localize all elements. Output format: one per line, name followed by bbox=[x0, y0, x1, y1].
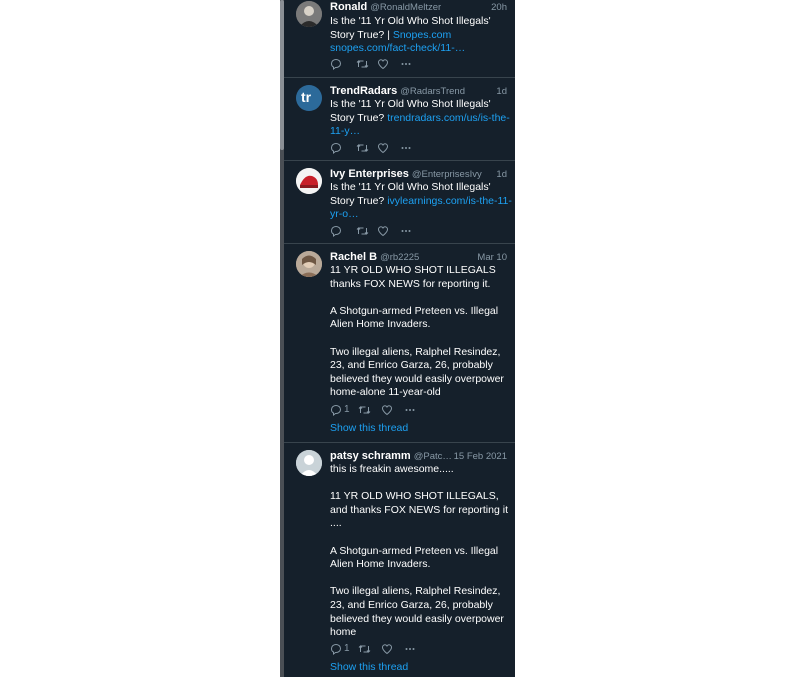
display-name[interactable]: TrendRadars @RadarsTrend bbox=[330, 85, 465, 97]
avatar[interactable] bbox=[296, 168, 322, 194]
retweet-button[interactable] bbox=[356, 142, 369, 156]
like-button[interactable] bbox=[377, 225, 389, 239]
more-button[interactable] bbox=[404, 643, 416, 657]
tweet-actions: 1 bbox=[330, 404, 430, 418]
handle[interactable]: @RonaldMeltzer bbox=[370, 2, 441, 13]
display-name-text[interactable]: Ronald bbox=[330, 1, 367, 13]
default-avatar-icon bbox=[296, 450, 322, 476]
retweet-icon bbox=[356, 60, 369, 68]
timestamp[interactable]: Mar 10 bbox=[477, 252, 507, 263]
reply-count: 1 bbox=[344, 404, 350, 415]
tweet[interactable]: Rachel B @rb2225 Mar 10 11 YR OLD WHO SHO… bbox=[284, 244, 515, 443]
retweet-icon bbox=[358, 406, 371, 414]
timestamp[interactable]: 1d bbox=[496, 86, 507, 97]
like-button[interactable] bbox=[377, 142, 389, 156]
tweet[interactable]: Ivy Enterprises @EnterprisesIvy 1d Is the… bbox=[284, 161, 515, 244]
avatar[interactable]: tr bbox=[296, 85, 322, 111]
tweet[interactable]: patsy schramm @Patc… 15 Feb 2021 this is … bbox=[284, 443, 515, 677]
retweet-icon bbox=[356, 227, 369, 235]
tweet[interactable]: Ronald @RonaldMeltzer 20h Is the '11 Yr O… bbox=[284, 0, 515, 78]
person-photo-icon bbox=[296, 1, 322, 27]
display-name[interactable]: Ivy Enterprises @EnterprisesIvy bbox=[330, 168, 482, 180]
display-name-text[interactable]: Ivy Enterprises bbox=[330, 168, 409, 180]
display-name-text[interactable]: Rachel B bbox=[330, 251, 377, 263]
handle[interactable]: @EnterprisesIvy bbox=[412, 169, 482, 180]
display-name-text[interactable]: patsy schramm bbox=[330, 450, 411, 462]
display-name[interactable]: Ronald @RonaldMeltzer bbox=[330, 1, 441, 13]
display-name[interactable]: Rachel B @rb2225 bbox=[330, 251, 419, 263]
avatar[interactable] bbox=[296, 450, 322, 476]
tweet[interactable]: tr TrendRadars @RadarsTrend 1d Is the '11… bbox=[284, 78, 515, 161]
timestamp[interactable]: 1d bbox=[496, 169, 507, 180]
reply-button[interactable]: 1 bbox=[330, 404, 350, 418]
show-thread-link[interactable]: Show this thread bbox=[330, 661, 408, 673]
timestamp[interactable]: 20h bbox=[491, 2, 507, 13]
more-icon bbox=[401, 230, 411, 232]
display-name-text[interactable]: TrendRadars bbox=[330, 85, 397, 97]
handle[interactable]: @RadarsTrend bbox=[400, 86, 465, 97]
retweet-icon bbox=[356, 144, 369, 152]
like-icon bbox=[381, 644, 393, 655]
tweet-text: Is the '11 Yr Old Who Shot Illegals' Sto… bbox=[330, 15, 512, 56]
tweet-text: 11 YR OLD WHO SHOT ILLEGALS thanks FOX N… bbox=[330, 264, 504, 399]
tweet-feed: Ronald @RonaldMeltzer 20h Is the '11 Yr O… bbox=[284, 0, 515, 677]
like-button[interactable] bbox=[377, 58, 389, 72]
handle[interactable]: @rb2225 bbox=[380, 252, 419, 263]
more-icon bbox=[405, 648, 415, 650]
handle[interactable]: @Patc… bbox=[414, 451, 452, 462]
tweet-text: Is the '11 Yr Old Who Shot Illegals' Sto… bbox=[330, 181, 512, 222]
like-button[interactable] bbox=[381, 643, 393, 657]
tweet-actions bbox=[330, 225, 430, 239]
retweet-button[interactable] bbox=[356, 225, 369, 239]
more-icon bbox=[405, 409, 415, 411]
tweet-link[interactable]: Snopes.com bbox=[393, 29, 451, 41]
ivy-logo-icon bbox=[296, 168, 322, 194]
reply-icon bbox=[330, 58, 342, 70]
like-icon bbox=[377, 226, 389, 237]
like-button[interactable] bbox=[381, 404, 393, 418]
reply-icon bbox=[330, 225, 342, 237]
reply-count: 1 bbox=[344, 643, 350, 654]
person-photo-icon bbox=[296, 251, 322, 277]
retweet-button[interactable] bbox=[356, 58, 369, 72]
reply-icon bbox=[330, 643, 342, 655]
tweet-text: this is freakin awesome..... 11 YR OLD W… bbox=[330, 463, 508, 639]
tweet-url[interactable]: snopes.com/fact-check/11-… bbox=[330, 42, 465, 54]
timestamp[interactable]: 15 Feb 2021 bbox=[454, 451, 507, 462]
more-button[interactable] bbox=[400, 58, 412, 72]
avatar-logo-text: tr bbox=[301, 89, 312, 105]
tweet-actions: 1 bbox=[330, 643, 430, 657]
reply-icon bbox=[330, 142, 342, 154]
more-icon bbox=[401, 63, 411, 65]
tweet-actions bbox=[330, 142, 430, 156]
tweet-text: Is the '11 Yr Old Who Shot Illegals' Sto… bbox=[330, 98, 512, 139]
like-icon bbox=[377, 143, 389, 154]
retweet-button[interactable] bbox=[358, 643, 371, 657]
reply-icon bbox=[330, 404, 342, 416]
like-icon bbox=[381, 405, 393, 416]
tweet-actions bbox=[330, 58, 430, 72]
like-icon bbox=[377, 59, 389, 70]
reply-button[interactable] bbox=[330, 225, 342, 239]
display-name[interactable]: patsy schramm @Patc… bbox=[330, 450, 452, 462]
retweet-button[interactable] bbox=[358, 404, 371, 418]
more-button[interactable] bbox=[400, 142, 412, 156]
more-icon bbox=[401, 147, 411, 149]
avatar[interactable] bbox=[296, 251, 322, 277]
show-thread-link[interactable]: Show this thread bbox=[330, 422, 408, 434]
reply-button[interactable] bbox=[330, 142, 342, 156]
more-button[interactable] bbox=[404, 404, 416, 418]
reply-button[interactable]: 1 bbox=[330, 643, 350, 657]
retweet-icon bbox=[358, 645, 371, 653]
more-button[interactable] bbox=[400, 225, 412, 239]
reply-button[interactable] bbox=[330, 58, 342, 72]
avatar[interactable] bbox=[296, 1, 322, 27]
